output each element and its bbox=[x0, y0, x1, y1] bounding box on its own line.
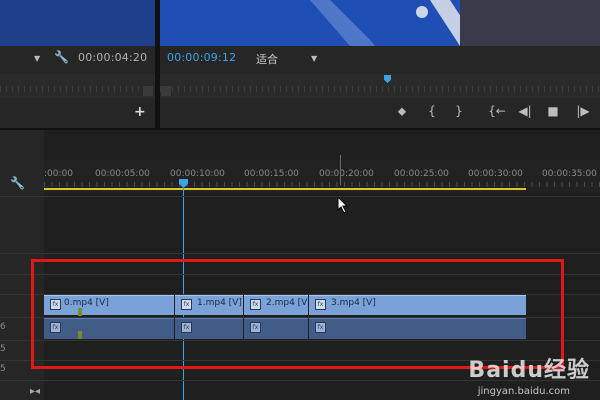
wrench-icon[interactable]: 🔧 bbox=[54, 50, 69, 64]
watermark-logo: Baidu经验 bbox=[468, 358, 590, 383]
watermark-url: jingyan.baidu.com bbox=[477, 386, 570, 397]
hover-indicator bbox=[340, 155, 341, 185]
track-label: 6 bbox=[0, 322, 6, 332]
ruler-label: 00:00:15:00 bbox=[244, 169, 299, 179]
stop-button[interactable]: ■ bbox=[545, 104, 561, 118]
source-monitor bbox=[0, 0, 155, 46]
timeline-wrench-icon[interactable]: 🔧 bbox=[10, 176, 25, 190]
track-divider bbox=[0, 196, 600, 197]
monitor-separator bbox=[155, 0, 160, 128]
fit-dropdown-arrow-icon[interactable]: ▼ bbox=[311, 54, 317, 63]
source-timecode[interactable]: 00:00:04:20 bbox=[78, 51, 147, 64]
zoom-handle-icon[interactable]: ▸◂ bbox=[30, 386, 40, 397]
work-area-bar[interactable] bbox=[44, 188, 526, 190]
track-label: 5 bbox=[0, 364, 6, 374]
ruler-label: 00:00:05:00 bbox=[95, 169, 150, 179]
program-frame-image bbox=[160, 0, 600, 46]
ruler-label: 00:00:10:00 bbox=[170, 169, 225, 179]
ruler-label: 00:00:20:00 bbox=[319, 169, 374, 179]
program-timecode[interactable]: 00:00:09:12 bbox=[167, 51, 236, 64]
source-dropdown-arrow-icon[interactable]: ▼ bbox=[34, 54, 40, 63]
ruler-label: :00:00 bbox=[44, 169, 73, 179]
source-mini-ruler[interactable] bbox=[0, 74, 155, 98]
add-marker-button[interactable]: ⬥ bbox=[394, 104, 410, 119]
add-button[interactable]: + bbox=[134, 104, 146, 120]
source-scroll-handle[interactable] bbox=[143, 86, 153, 96]
go-to-in-button[interactable]: {← bbox=[486, 104, 508, 118]
track-divider bbox=[0, 253, 600, 254]
track-label: 5 bbox=[0, 344, 6, 354]
ruler-ticks bbox=[44, 182, 600, 187]
step-back-button[interactable]: ◀| bbox=[515, 104, 535, 118]
mark-out-button[interactable]: } bbox=[451, 104, 467, 118]
mark-in-button[interactable]: { bbox=[424, 104, 440, 118]
ruler-label: 00:00:30:00 bbox=[468, 169, 523, 179]
fit-select[interactable]: 适合 bbox=[256, 51, 278, 67]
program-mini-ruler[interactable] bbox=[160, 74, 600, 98]
mouse-cursor-icon bbox=[337, 196, 349, 214]
ruler-label: 00:00:25:00 bbox=[394, 169, 449, 179]
ruler-label: 00:00:35:00 bbox=[542, 169, 597, 179]
program-scroll-handle[interactable] bbox=[161, 86, 171, 96]
program-monitor bbox=[160, 0, 600, 46]
play-button[interactable]: |▶ bbox=[573, 104, 593, 118]
